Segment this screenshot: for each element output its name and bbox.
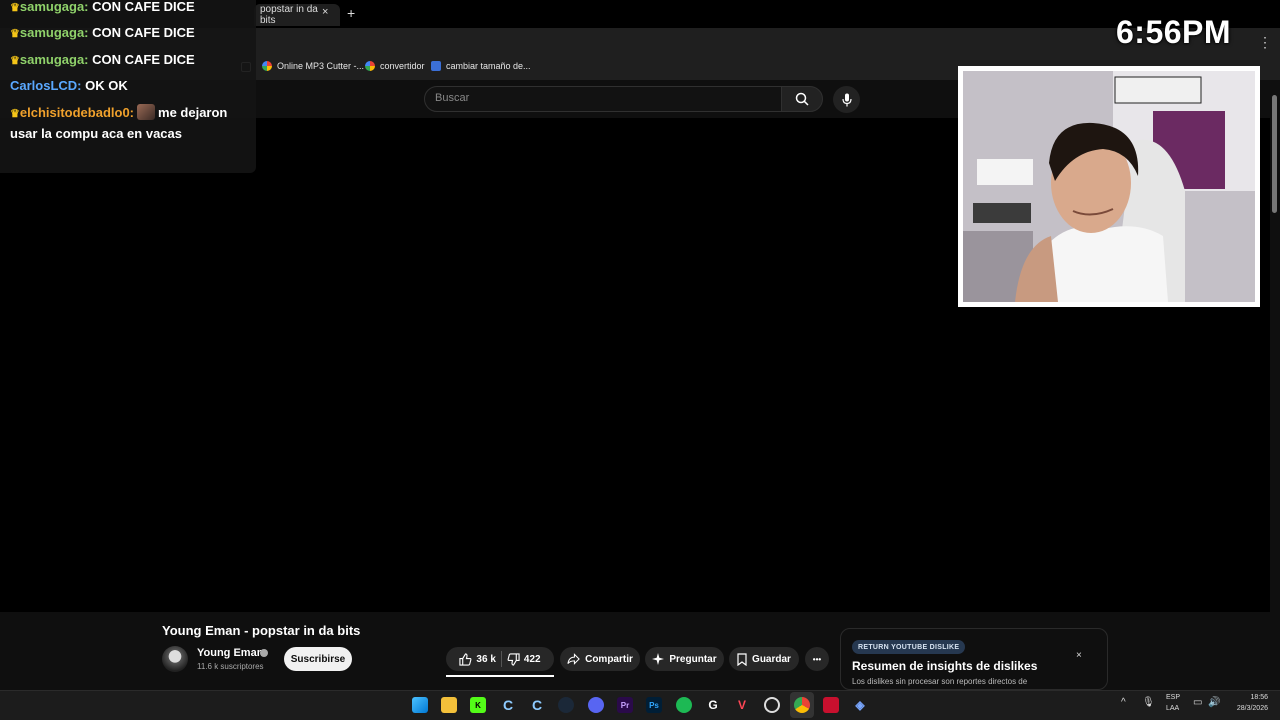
language-indicator[interactable]: ESP — [1166, 694, 1180, 701]
webcam-overlay — [958, 66, 1260, 307]
browser-menu-icon[interactable]: ⋮ — [1258, 34, 1272, 51]
chat-text: CON CAFE DICE — [88, 25, 195, 40]
bookmark-icon — [737, 652, 747, 666]
keyboard-layout-indicator[interactable]: LAA — [1166, 705, 1179, 712]
chat-text: CON CAFE DICE — [88, 0, 195, 14]
tray-chevron-icon[interactable]: ^ — [1121, 697, 1126, 708]
dislike-button[interactable]: 422 — [507, 652, 541, 666]
like-ratio-bar — [446, 675, 554, 677]
chat-message: CarlosLCD: OK OK — [10, 76, 250, 96]
more-actions-button[interactable]: ••• — [805, 647, 829, 671]
chat-message: ♛elchisitodebadlo0: me dejaron usar la co… — [10, 103, 250, 144]
like-count: 36 k — [476, 653, 496, 665]
emote-icon — [137, 104, 156, 120]
bookmark-label: Online MP3 Cutter -... — [277, 61, 365, 71]
photoshop-icon[interactable]: Ps — [646, 697, 662, 713]
kick-icon[interactable]: K — [470, 697, 486, 713]
like-button[interactable]: 36 k — [459, 652, 496, 666]
chat-text: OK OK — [81, 78, 128, 93]
extension-badge: RETURN YOUTUBE DISLIKE — [852, 640, 966, 654]
close-icon[interactable]: × — [1076, 650, 1082, 661]
channel-name[interactable]: Young Eman — [197, 647, 263, 659]
discord-icon[interactable] — [588, 697, 604, 713]
new-tab-button[interactable]: + — [347, 5, 355, 21]
webcam-person-image — [963, 71, 1255, 302]
taskbar — [0, 690, 1280, 720]
windows-start-icon[interactable] — [412, 697, 428, 713]
taskbar-date[interactable]: 28/3/2026 — [1222, 705, 1268, 712]
webcam-feed — [963, 71, 1255, 302]
thumbs-down-icon — [507, 652, 520, 666]
obs-icon[interactable] — [764, 697, 780, 713]
video-title: Young Eman - popstar in da bits — [162, 623, 361, 638]
save-button[interactable]: Guardar — [729, 647, 799, 671]
chat-username: CarlosLCD: — [10, 78, 82, 93]
scrollbar-thumb[interactable] — [1272, 95, 1277, 213]
ask-button[interactable]: Preguntar — [645, 647, 724, 671]
chat-username: samugaga: — [19, 0, 89, 14]
channel-avatar[interactable] — [162, 646, 188, 672]
bookmark-resize[interactable]: cambiar tamaño de... — [431, 61, 531, 71]
tab-close-icon[interactable]: × — [322, 6, 328, 18]
verified-icon — [260, 649, 268, 657]
extension-card-title: Resumen de insights de dislikes — [852, 659, 1038, 673]
voice-search-button[interactable] — [833, 86, 860, 113]
dislike-count: 422 — [523, 653, 541, 665]
ask-label: Preguntar — [669, 653, 717, 665]
streamlabs-icon[interactable] — [823, 697, 839, 713]
search-icon — [795, 92, 809, 106]
divider — [500, 651, 502, 667]
save-label: Guardar — [752, 653, 791, 665]
ccleaner-icon[interactable]: C — [529, 697, 545, 713]
stream-chat-overlay: ♛samugaga: CON CAFE DICE ♛samugaga: CON … — [0, 0, 256, 173]
crown-icon: ♛ — [10, 55, 20, 67]
spotify-icon[interactable] — [676, 697, 692, 713]
crown-icon: ♛ — [10, 28, 20, 40]
subscribe-button[interactable]: Suscribirse — [284, 647, 352, 671]
ccleaner-icon[interactable]: C — [500, 697, 516, 713]
bookmark-icon — [431, 61, 441, 71]
sparkle-icon — [652, 653, 665, 665]
bookmark-mp3-cutter[interactable]: Online MP3 Cutter -... — [262, 61, 364, 71]
bookmark-label: cambiar tamaño de... — [446, 61, 531, 71]
chat-message: ♛samugaga: CON CAFE DICE — [10, 0, 250, 18]
crown-icon: ♛ — [10, 108, 20, 120]
file-explorer-icon[interactable] — [441, 697, 457, 713]
logitech-icon[interactable]: G — [705, 697, 721, 713]
extension-card-description: Los dislikes sin procesar son reportes d… — [852, 677, 1028, 686]
premiere-icon[interactable]: Pr — [617, 697, 633, 713]
bookmark-icon — [262, 61, 272, 71]
subscriber-count: 11.6 k suscriptores — [197, 662, 264, 671]
volume-icon[interactable]: 🔊 — [1208, 697, 1220, 708]
stream-clock: 6:56PM — [1116, 14, 1232, 50]
crown-icon: ♛ — [10, 2, 20, 14]
steam-icon[interactable] — [558, 697, 574, 713]
like-dislike-group: 36 k 422 — [446, 647, 554, 671]
thumbs-up-icon — [459, 652, 472, 666]
share-label: Compartir — [585, 653, 633, 665]
tray-microphone-icon[interactable]: 🎙 — [1142, 697, 1155, 708]
chrome-icon[interactable] — [794, 697, 810, 713]
share-button[interactable]: Compartir — [560, 647, 640, 671]
search-button[interactable] — [781, 86, 823, 112]
chat-text: CON CAFE DICE — [88, 52, 195, 67]
bookmark-convertidor[interactable]: convertidor — [365, 61, 425, 71]
bookmark-label: convertidor — [380, 61, 425, 71]
chat-username: samugaga: — [19, 52, 89, 67]
valorant-icon[interactable]: V — [734, 697, 750, 713]
share-icon — [567, 653, 580, 665]
bookmark-icon — [365, 61, 375, 71]
chat-message: ♛samugaga: CON CAFE DICE — [10, 50, 250, 71]
chat-username: elchisitodebadlo0: — [19, 105, 135, 120]
search-input[interactable]: Buscar — [424, 86, 782, 112]
chat-message: ♛samugaga: CON CAFE DICE — [10, 23, 250, 44]
taskbar-time[interactable]: 18:56 — [1240, 694, 1268, 701]
network-icon[interactable]: ▭ — [1193, 697, 1202, 708]
microphone-icon — [841, 93, 852, 106]
app-icon[interactable]: ◈ — [852, 697, 868, 713]
chat-username: samugaga: — [19, 25, 89, 40]
